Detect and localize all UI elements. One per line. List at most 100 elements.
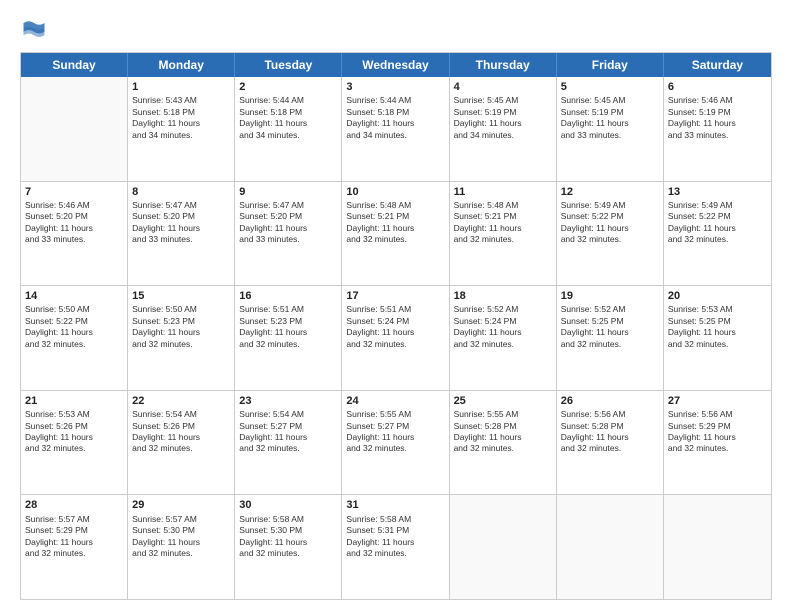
cell-info: Sunrise: 5:58 AM Sunset: 5:31 PM Dayligh… <box>346 514 444 560</box>
cell-info: Sunrise: 5:47 AM Sunset: 5:20 PM Dayligh… <box>132 200 230 246</box>
header-day-tuesday: Tuesday <box>235 53 342 77</box>
calendar-cell: 24Sunrise: 5:55 AM Sunset: 5:27 PM Dayli… <box>342 391 449 495</box>
calendar-cell: 8Sunrise: 5:47 AM Sunset: 5:20 PM Daylig… <box>128 182 235 286</box>
day-number: 11 <box>454 185 552 199</box>
day-number: 19 <box>561 289 659 303</box>
cell-info: Sunrise: 5:45 AM Sunset: 5:19 PM Dayligh… <box>561 95 659 141</box>
day-number: 30 <box>239 498 337 512</box>
day-number: 28 <box>25 498 123 512</box>
cell-info: Sunrise: 5:56 AM Sunset: 5:29 PM Dayligh… <box>668 409 767 455</box>
cell-info: Sunrise: 5:57 AM Sunset: 5:29 PM Dayligh… <box>25 514 123 560</box>
calendar-cell: 22Sunrise: 5:54 AM Sunset: 5:26 PM Dayli… <box>128 391 235 495</box>
cell-info: Sunrise: 5:47 AM Sunset: 5:20 PM Dayligh… <box>239 200 337 246</box>
cell-info: Sunrise: 5:48 AM Sunset: 5:21 PM Dayligh… <box>346 200 444 246</box>
day-number: 13 <box>668 185 767 199</box>
calendar-cell: 3Sunrise: 5:44 AM Sunset: 5:18 PM Daylig… <box>342 77 449 181</box>
day-number: 18 <box>454 289 552 303</box>
header-day-monday: Monday <box>128 53 235 77</box>
calendar-cell: 20Sunrise: 5:53 AM Sunset: 5:25 PM Dayli… <box>664 286 771 390</box>
header-day-friday: Friday <box>557 53 664 77</box>
day-number: 10 <box>346 185 444 199</box>
cell-info: Sunrise: 5:49 AM Sunset: 5:22 PM Dayligh… <box>668 200 767 246</box>
calendar-cell: 16Sunrise: 5:51 AM Sunset: 5:23 PM Dayli… <box>235 286 342 390</box>
day-number: 29 <box>132 498 230 512</box>
day-number: 9 <box>239 185 337 199</box>
cell-info: Sunrise: 5:51 AM Sunset: 5:24 PM Dayligh… <box>346 304 444 350</box>
cell-info: Sunrise: 5:58 AM Sunset: 5:30 PM Dayligh… <box>239 514 337 560</box>
cell-info: Sunrise: 5:44 AM Sunset: 5:18 PM Dayligh… <box>346 95 444 141</box>
calendar-cell <box>664 495 771 599</box>
calendar-cell <box>557 495 664 599</box>
calendar-row-4: 28 Sunrise: 5:57 AM Sunset: 5:29 PM Dayli… <box>21 494 771 599</box>
logo-icon <box>20 16 48 44</box>
calendar-cell: 25Sunrise: 5:55 AM Sunset: 5:28 PM Dayli… <box>450 391 557 495</box>
day-number: 2 <box>239 80 337 94</box>
header-day-sunday: Sunday <box>21 53 128 77</box>
day-number: 12 <box>561 185 659 199</box>
cell-info: Sunrise: 5:44 AM Sunset: 5:18 PM Dayligh… <box>239 95 337 141</box>
day-number: 15 <box>132 289 230 303</box>
calendar-cell: 11Sunrise: 5:48 AM Sunset: 5:21 PM Dayli… <box>450 182 557 286</box>
day-number: 31 <box>346 498 444 512</box>
calendar-cell: 14Sunrise: 5:50 AM Sunset: 5:22 PM Dayli… <box>21 286 128 390</box>
calendar-cell <box>21 77 128 181</box>
calendar-cell: 23Sunrise: 5:54 AM Sunset: 5:27 PM Dayli… <box>235 391 342 495</box>
cell-info: Sunrise: 5:50 AM Sunset: 5:23 PM Dayligh… <box>132 304 230 350</box>
cell-info: Sunrise: 5:45 AM Sunset: 5:19 PM Dayligh… <box>454 95 552 141</box>
cell-info: Sunrise: 5:46 AM Sunset: 5:19 PM Dayligh… <box>668 95 767 141</box>
calendar-header: SundayMondayTuesdayWednesdayThursdayFrid… <box>21 53 771 77</box>
day-number: 8 <box>132 185 230 199</box>
calendar-cell: 27Sunrise: 5:56 AM Sunset: 5:29 PM Dayli… <box>664 391 771 495</box>
cell-info: Sunrise: 5:49 AM Sunset: 5:22 PM Dayligh… <box>561 200 659 246</box>
calendar-cell: 13Sunrise: 5:49 AM Sunset: 5:22 PM Dayli… <box>664 182 771 286</box>
cell-info: Sunrise: 5:52 AM Sunset: 5:25 PM Dayligh… <box>561 304 659 350</box>
header <box>20 16 772 44</box>
cell-info: Sunrise: 5:56 AM Sunset: 5:28 PM Dayligh… <box>561 409 659 455</box>
cell-info: Sunrise: 5:53 AM Sunset: 5:26 PM Dayligh… <box>25 409 123 455</box>
calendar: SundayMondayTuesdayWednesdayThursdayFrid… <box>20 52 772 600</box>
day-number: 20 <box>668 289 767 303</box>
calendar-cell <box>450 495 557 599</box>
day-number: 26 <box>561 394 659 408</box>
cell-info: Sunrise: 5:53 AM Sunset: 5:25 PM Dayligh… <box>668 304 767 350</box>
cell-info: Sunrise: 5:48 AM Sunset: 5:21 PM Dayligh… <box>454 200 552 246</box>
calendar-cell: 7Sunrise: 5:46 AM Sunset: 5:20 PM Daylig… <box>21 182 128 286</box>
day-number: 27 <box>668 394 767 408</box>
day-number: 4 <box>454 80 552 94</box>
calendar-row-3: 21Sunrise: 5:53 AM Sunset: 5:26 PM Dayli… <box>21 390 771 495</box>
day-number: 7 <box>25 185 123 199</box>
day-number: 22 <box>132 394 230 408</box>
calendar-cell: 28 Sunrise: 5:57 AM Sunset: 5:29 PM Dayli… <box>21 495 128 599</box>
calendar-cell: 26Sunrise: 5:56 AM Sunset: 5:28 PM Dayli… <box>557 391 664 495</box>
day-number: 6 <box>668 80 767 94</box>
cell-info: Sunrise: 5:50 AM Sunset: 5:22 PM Dayligh… <box>25 304 123 350</box>
calendar-cell: 9Sunrise: 5:47 AM Sunset: 5:20 PM Daylig… <box>235 182 342 286</box>
day-number: 25 <box>454 394 552 408</box>
calendar-row-0: 1Sunrise: 5:43 AM Sunset: 5:18 PM Daylig… <box>21 77 771 181</box>
day-number: 1 <box>132 80 230 94</box>
day-number: 17 <box>346 289 444 303</box>
calendar-cell: 5Sunrise: 5:45 AM Sunset: 5:19 PM Daylig… <box>557 77 664 181</box>
cell-info: Sunrise: 5:55 AM Sunset: 5:27 PM Dayligh… <box>346 409 444 455</box>
logo <box>20 16 52 44</box>
calendar-cell: 10Sunrise: 5:48 AM Sunset: 5:21 PM Dayli… <box>342 182 449 286</box>
calendar-cell: 4Sunrise: 5:45 AM Sunset: 5:19 PM Daylig… <box>450 77 557 181</box>
day-number: 21 <box>25 394 123 408</box>
calendar-cell: 15Sunrise: 5:50 AM Sunset: 5:23 PM Dayli… <box>128 286 235 390</box>
calendar-cell: 2Sunrise: 5:44 AM Sunset: 5:18 PM Daylig… <box>235 77 342 181</box>
cell-info: Sunrise: 5:55 AM Sunset: 5:28 PM Dayligh… <box>454 409 552 455</box>
calendar-cell: 21Sunrise: 5:53 AM Sunset: 5:26 PM Dayli… <box>21 391 128 495</box>
cell-info: Sunrise: 5:57 AM Sunset: 5:30 PM Dayligh… <box>132 514 230 560</box>
calendar-row-1: 7Sunrise: 5:46 AM Sunset: 5:20 PM Daylig… <box>21 181 771 286</box>
calendar-body: 1Sunrise: 5:43 AM Sunset: 5:18 PM Daylig… <box>21 77 771 599</box>
cell-info: Sunrise: 5:54 AM Sunset: 5:26 PM Dayligh… <box>132 409 230 455</box>
header-day-thursday: Thursday <box>450 53 557 77</box>
calendar-cell: 1Sunrise: 5:43 AM Sunset: 5:18 PM Daylig… <box>128 77 235 181</box>
calendar-cell: 29 Sunrise: 5:57 AM Sunset: 5:30 PM Dayli… <box>128 495 235 599</box>
day-number: 5 <box>561 80 659 94</box>
calendar-cell: 17Sunrise: 5:51 AM Sunset: 5:24 PM Dayli… <box>342 286 449 390</box>
header-day-saturday: Saturday <box>664 53 771 77</box>
calendar-cell: 30 Sunrise: 5:58 AM Sunset: 5:30 PM Dayli… <box>235 495 342 599</box>
header-day-wednesday: Wednesday <box>342 53 449 77</box>
calendar-cell: 31 Sunrise: 5:58 AM Sunset: 5:31 PM Dayli… <box>342 495 449 599</box>
